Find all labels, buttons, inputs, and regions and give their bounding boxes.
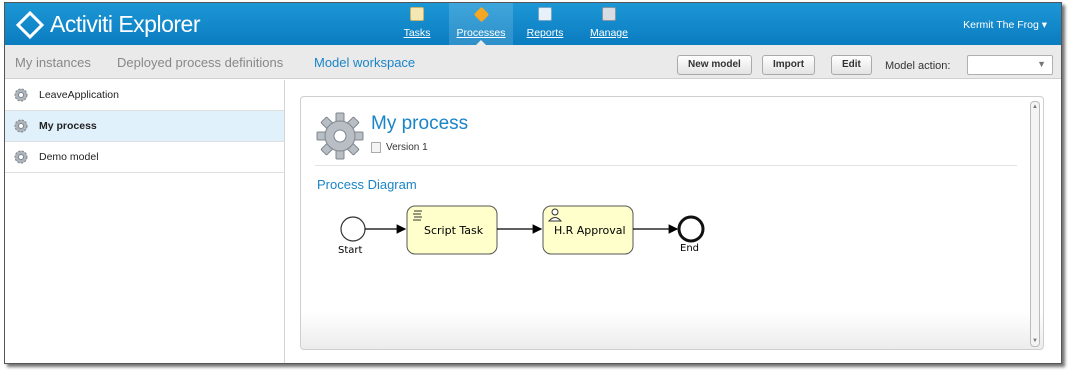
document-icon	[371, 142, 381, 153]
list-item-label: Demo model	[39, 151, 99, 163]
model-action-select[interactable]: ▼	[967, 55, 1053, 75]
gear-icon	[14, 88, 28, 102]
nav-reports[interactable]: Reports	[513, 3, 577, 45]
end-label: End	[680, 243, 699, 254]
user-menu[interactable]: Kermit The Frog ▾	[963, 19, 1047, 31]
script-task-label: Script Task	[424, 224, 484, 237]
diagram-title: Process Diagram	[317, 177, 417, 192]
model-action-label: Model action:	[885, 60, 951, 72]
diamond-logo-icon	[15, 10, 45, 39]
app-logo[interactable]: Activiti Explorer	[15, 10, 200, 39]
gear-icon	[14, 150, 28, 164]
app-window: Activiti Explorer Tasks Processes Report…	[4, 2, 1062, 364]
version-label: Version 1	[371, 142, 428, 153]
nav-reports-label: Reports	[526, 27, 564, 39]
user-task-label: H.R Approval	[554, 224, 626, 237]
nav-tasks[interactable]: Tasks	[385, 3, 449, 45]
nav-processes[interactable]: Processes	[449, 3, 513, 45]
gear-icon	[14, 119, 28, 133]
reports-icon	[538, 7, 552, 21]
app-title: Activiti Explorer	[50, 11, 200, 37]
vertical-scrollbar[interactable]: ▲ ▼	[1030, 101, 1040, 347]
tab-my-instances[interactable]: My instances	[15, 55, 91, 70]
scroll-up-icon[interactable]: ▲	[1032, 104, 1038, 110]
top-header: Activiti Explorer Tasks Processes Report…	[5, 3, 1061, 45]
divider	[315, 165, 1017, 166]
start-event[interactable]	[340, 216, 366, 242]
chevron-down-icon: ▼	[1037, 59, 1046, 69]
new-model-button[interactable]: New model	[677, 55, 752, 75]
list-item-label: My process	[39, 120, 97, 132]
list-item-demo-model[interactable]: Demo model	[5, 142, 284, 173]
manage-icon	[602, 7, 616, 21]
tab-model-workspace[interactable]: Model workspace	[314, 55, 415, 70]
import-button[interactable]: Import	[762, 55, 816, 75]
end-event[interactable]	[677, 215, 705, 243]
nav-manage-label: Manage	[590, 27, 628, 39]
start-label: Start	[338, 245, 363, 256]
model-list: LeaveApplication My process Demo model	[5, 80, 285, 363]
model-detail-panel: My process Version 1 Process Diagram Sta…	[286, 80, 1061, 363]
tab-deployed-process-definitions[interactable]: Deployed process definitions	[117, 55, 283, 70]
main-nav: Tasks Processes Reports Manage	[385, 3, 641, 45]
model-detail-card: My process Version 1 Process Diagram Sta…	[300, 96, 1044, 350]
processes-icon	[473, 6, 489, 23]
list-item-leaveapplication[interactable]: LeaveApplication	[5, 80, 284, 111]
version-text: Version 1	[386, 142, 428, 153]
process-title: My process	[371, 113, 469, 134]
tasks-icon	[410, 7, 424, 21]
nav-tasks-label: Tasks	[403, 27, 431, 39]
nav-processes-label: Processes	[456, 27, 506, 39]
process-diagram: Start Script Task H.R Approval End	[338, 205, 705, 256]
gear-icon	[316, 112, 364, 160]
edit-button[interactable]: Edit	[831, 55, 872, 75]
list-item-my-process[interactable]: My process	[5, 111, 284, 142]
list-item-label: LeaveApplication	[39, 89, 119, 101]
scroll-down-icon[interactable]: ▼	[1032, 338, 1038, 344]
nav-manage[interactable]: Manage	[577, 3, 641, 45]
sub-toolbar: My instances Deployed process definition…	[5, 45, 1061, 79]
